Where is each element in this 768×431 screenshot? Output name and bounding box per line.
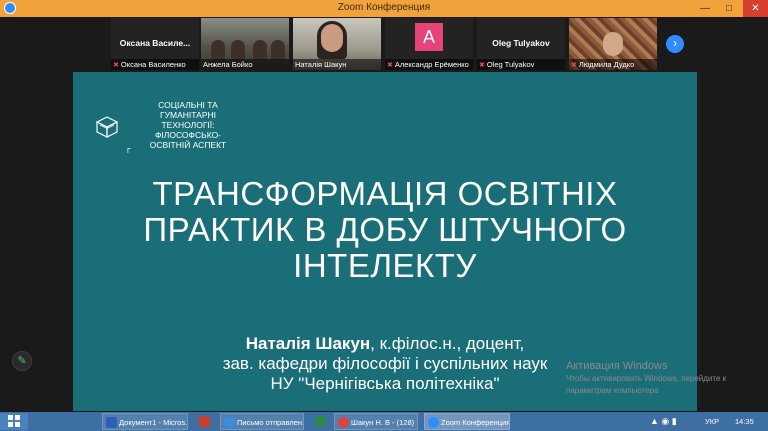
participant-label: Анжела Бойко [201, 59, 289, 70]
clock[interactable]: 14:35 [735, 413, 754, 430]
minimize-button[interactable]: — [694, 0, 716, 17]
windows-activation-watermark: Активация Windows Чтобы активировать Win… [566, 360, 727, 395]
organization-title: СОЦІАЛЬНІ ТА ГУМАНІТАРНІ ТЕХНОЛОГІЇ: ФІЛ… [149, 100, 227, 150]
mic-muted-icon: ✖ [479, 62, 485, 69]
taskbar-item-app[interactable] [312, 413, 328, 430]
browser-icon [224, 417, 235, 428]
participant-label: Наталія Шакун [293, 59, 381, 70]
participant-tile[interactable]: A ✖ Александр Ерёменко [385, 18, 473, 70]
window-title: Zoom Конференция [337, 2, 431, 13]
author-name: Наталія Шакун [245, 334, 371, 353]
participant-avatar: A [415, 23, 443, 51]
participant-name: Оксана Василе... [119, 38, 191, 48]
next-page-chevron-icon[interactable]: › [666, 35, 684, 53]
taskbar-item-zoom[interactable]: Zoom Конференция [424, 413, 510, 430]
start-button[interactable] [0, 413, 28, 430]
maximize-button[interactable]: □ [718, 0, 740, 17]
cube-logo-icon [96, 116, 118, 138]
participant-tile[interactable]: Оксана Василе... ✖ Оксана Василенко [111, 18, 199, 70]
participant-strip: Оксана Василе... ✖ Оксана Василенко Анжел… [0, 17, 768, 71]
participant-name: Oleg Tulyakov [492, 38, 550, 48]
participant-label: ✖ Александр Ерёменко [385, 59, 473, 70]
word-icon [106, 417, 117, 428]
messenger-icon [338, 417, 349, 428]
participant-tile[interactable]: Oleg Tulyakov ✖ Oleg Tulyakov [477, 18, 565, 70]
taskbar-item-messenger[interactable]: Шакун Н. В - (128) [334, 413, 418, 430]
annotate-pen-icon[interactable]: ✎ [12, 351, 32, 371]
close-button[interactable]: ✕ [743, 0, 768, 17]
zoom-icon [428, 417, 439, 428]
taskbar-item-word[interactable]: Документ1 - Micros... [102, 413, 188, 430]
participant-label: ✖ Оксана Василенко [111, 59, 199, 70]
participant-label: ✖ Людмила Дудко [569, 59, 657, 70]
participant-tile[interactable]: ✖ Людмила Дудко [569, 18, 657, 70]
mic-muted-icon: ✖ [113, 62, 119, 69]
mic-muted-icon: ✖ [571, 62, 577, 69]
participant-tile[interactable]: Анжела Бойко [201, 18, 289, 70]
participant-tile-active-speaker[interactable]: Наталія Шакун [293, 18, 381, 70]
taskbar: Документ1 - Micros... Письмо отправлен..… [0, 412, 768, 431]
organization-subtext: Г [127, 148, 131, 155]
app-icon [199, 416, 210, 427]
tray-icons[interactable]: ▲ ◉ ▮ [650, 413, 677, 430]
slide-headline: ТРАНСФОРМАЦІЯ ОСВІТНІХ ПРАКТИК В ДОБУ ШТ… [143, 175, 627, 284]
language-indicator[interactable]: УКР [705, 413, 719, 430]
participant-label: ✖ Oleg Tulyakov [477, 59, 565, 70]
taskbar-item-mail[interactable]: Письмо отправлен... [220, 413, 304, 430]
windows-logo-icon [8, 415, 20, 427]
window-titlebar: Zoom Конференция — □ ✕ [0, 0, 768, 17]
app-icon [315, 416, 326, 427]
mic-muted-icon: ✖ [387, 62, 393, 69]
taskbar-item-app[interactable] [196, 413, 212, 430]
